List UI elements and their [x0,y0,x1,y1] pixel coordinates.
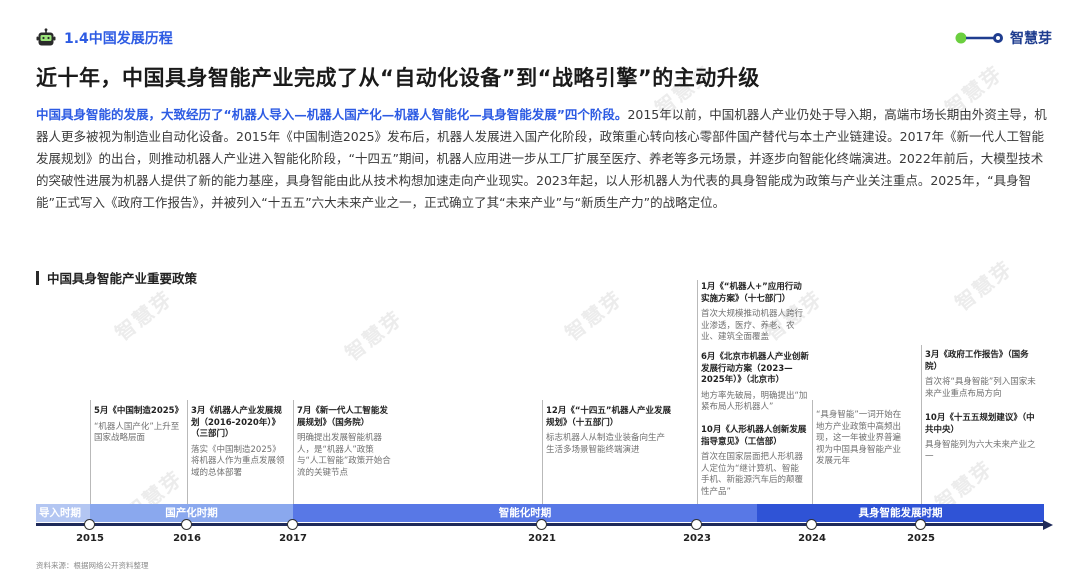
policy-event-2025-oct: 10月《十五五规划建议》（中共中央） 具身智能列为六大未来产业之一 [925,413,1037,463]
node-link-logo-icon [955,32,1003,44]
year-marker [536,519,547,530]
event-desc: “机器人国产化”上升至国家战略层面 [94,421,180,444]
watermark: 智慧芽 [110,285,178,346]
timeline-connector [293,400,294,520]
event-title: 3月《机器人产业发展规划（2016-2020年）》（三部门） [191,406,282,439]
event-desc: 首次在国家层面把人形机器人定位为“继计算机、智能手机、新能源汽车后的颠覆性产品” [701,452,804,497]
phase-localization: 国产化时期 [90,504,293,522]
event-title: 6月《北京市机器人产业创新发展行动方案（2023—2025年）》（北京市） [701,352,809,385]
year-marker [287,519,298,530]
phase-intelligent: 智能化时期 [293,504,757,522]
event-title: 7月《新一代人工智能发展规划》（国务院） [297,406,388,428]
event-desc: 明确提出发展智能机器人，是“机器人”政策与“人工智能”政策开始合流的关键节点 [297,433,391,478]
axis-arrow-icon [1043,520,1053,530]
policy-section-title: 中国具身智能产业重要政策 [36,268,197,287]
event-title: 3月《政府工作报告》（国务院） [925,350,1029,372]
policy-event-2015: 5月《中国制造2025》 “机器人国产化”上升至国家战略层面 [94,406,184,445]
timeline-connector [697,280,698,520]
intro-body: 2015年以前，中国机器人产业仍处于导入期，高端市场长期由外资主导，机器人更多被… [36,107,1047,210]
timeline-connector [921,345,922,520]
event-title: 10月《十五五规划建议》（中共中央） [925,413,1035,435]
event-desc: 落实《中国制造2025》将机器人作为重点发展领域的总体部署 [191,444,285,478]
phase-label: 国产化时期 [165,507,218,519]
section-bar [36,270,39,285]
timeline-connector [812,400,813,520]
phase-label: 智能化时期 [498,507,552,519]
source-note: 资料来源：根据网络公开资料整理 [36,561,149,570]
event-desc: 首次大规模推动机器人跨行业渗透，医疗、养老、农业、建筑全面覆盖 [701,309,804,342]
policy-event-2025-mar: 3月《政府工作报告》（国务院） 首次将“具身智能”列入国家未来产业重点布局方向 [925,350,1037,400]
intro-paragraph: 中国具身智能的发展，大致经历了“机器人导入—机器人国产化—机器人智能化—具身智能… [36,104,1054,214]
year-marker [181,519,192,530]
watermark: 智慧芽 [560,285,628,346]
watermark: 智慧芽 [340,305,408,366]
brand-name: 智慧芽 [1010,31,1052,47]
policy-event-2024: “具身智能”一词开始在地方产业政策中高频出现，这一年被业界普遍视为中国具身智能产… [816,406,906,468]
timeline-connector [542,400,543,520]
event-title: 1月《“机器人+”应用行动实施方案》（十七部门） [701,282,802,304]
robot-icon [36,28,56,46]
brand-logo: 智慧芽 [954,28,1052,48]
year-label: 2023 [683,533,711,544]
event-desc: 具身智能列为六大未来产业之一 [925,440,1036,462]
year-marker [691,519,702,530]
timeline-connector [90,400,91,520]
policy-event-2017: 7月《新一代人工智能发展规划》（国务院） 明确提出发展智能机器人，是“机器人”政… [297,406,393,479]
year-marker [84,519,95,530]
watermark: 智慧芽 [950,255,1018,316]
intro-lead: 中国具身智能的发展，大致经历了“机器人导入—机器人国产化—机器人智能化—具身智能… [36,107,628,122]
phase-label: 具身智能发展时期 [858,507,943,519]
event-desc: “具身智能”一词开始在地方产业政策中高频出现，这一年被业界普遍视为中国具身智能产… [816,410,902,466]
year-marker [915,519,926,530]
event-desc: 首次将“具身智能”列入国家未来产业重点布局方向 [925,377,1036,399]
event-desc: 标志机器人从制造业装备向生产生活多场景智能终端演进 [546,433,666,455]
policy-event-2016: 3月《机器人产业发展规划（2016-2020年）》（三部门） 落实《中国制造20… [191,406,289,479]
policy-event-2023-jan: 1月《“机器人+”应用行动实施方案》（十七部门） 首次大规模推动机器人跨行业渗透… [701,282,805,344]
policy-event-2023-jun: 6月《北京市机器人产业创新发展行动方案（2023—2025年）》（北京市） 地方… [701,352,809,414]
timeline-connector [187,400,188,520]
phase-embodied: 具身智能发展时期 [757,504,1044,522]
year-label: 2015 [76,533,104,544]
policy-section-label: 中国具身智能产业重要政策 [47,271,198,286]
year-label: 2024 [798,533,826,544]
section-tag: 1.4中国发展历程 [36,28,173,48]
phase-label: 导入时期 [39,507,81,519]
year-marker [806,519,817,530]
year-label: 2025 [907,533,935,544]
policy-event-2023-oct: 10月《人形机器人创新发展指导意见》（工信部） 首次在国家层面把人形机器人定位为… [701,425,807,498]
event-title: 5月《中国制造2025》 [94,406,184,416]
event-title: 10月《人形机器人创新发展指导意见》（工信部） [701,425,807,447]
policy-event-2021: 12月《“十四五”机器人产业发展规划》（十五部门） 标志机器人从制造业装备向生产… [546,406,672,456]
phase-import: 导入时期 [36,504,90,522]
year-label: 2021 [528,533,556,544]
section-title: 1.4中国发展历程 [64,31,173,47]
page-headline: 近十年，中国具身智能产业完成了从“自动化设备”到“战略引擎”的主动升级 [36,66,760,90]
event-title: 12月《“十四五”机器人产业发展规划》（十五部门） [546,406,672,428]
event-desc: 地方率先破局，明确提出“加紧布局人形机器人” [701,390,808,413]
year-label: 2016 [173,533,201,544]
year-label: 2017 [279,533,307,544]
